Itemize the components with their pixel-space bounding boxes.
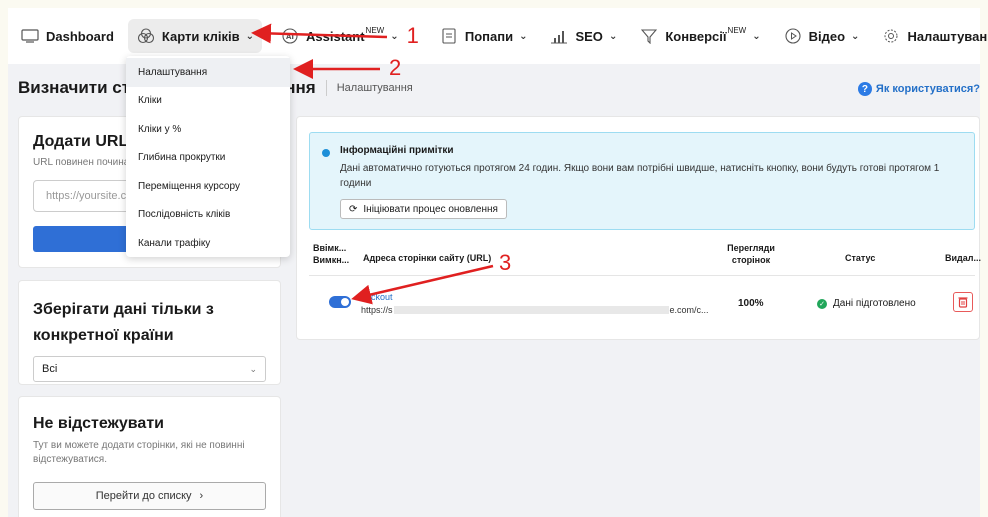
- assistant-new-badge: NEW: [365, 25, 385, 35]
- help-link-label: Як користуватися?: [875, 83, 980, 95]
- page-name-link[interactable]: heckout: [361, 292, 393, 302]
- nav-seo[interactable]: SEO ⌄: [541, 19, 625, 53]
- go-to-list-label: Перейти до списку: [95, 490, 192, 502]
- menu-item-settings[interactable]: Налаштування: [126, 58, 290, 87]
- delete-button[interactable]: [953, 292, 973, 312]
- header-divider: [325, 80, 327, 96]
- popup-icon: [439, 28, 459, 44]
- no-track-card: Не відстежувати Тут ви можете додати сто…: [18, 396, 281, 517]
- start-update-button[interactable]: ⟳ Ініціювати процес оновлення: [340, 199, 507, 219]
- column-header-url: Адреса сторінки сайту (URL): [363, 253, 492, 263]
- annotation-number-1: 1: [406, 23, 419, 48]
- nav-popups-label: Попапи: [464, 28, 514, 44]
- monitor-icon: [20, 28, 40, 44]
- click-maps-dropdown: Налаштування Кліки Кліки у % Глибина про…: [126, 56, 290, 257]
- breadcrumb: Налаштування: [336, 82, 413, 94]
- nav-click-maps[interactable]: Карти кліків ⌄: [127, 19, 263, 53]
- menu-item-click-sequence[interactable]: Послідовність кліків: [126, 201, 290, 230]
- nav-conversions-label: Конверсії: [665, 28, 727, 44]
- nav-video[interactable]: Відео ⌄: [775, 19, 868, 53]
- nav-dashboard[interactable]: Dashboard: [12, 19, 122, 53]
- country-select-value: Всі: [42, 363, 58, 376]
- trash-icon: [958, 297, 968, 308]
- nav-assistant-label: Assistant: [306, 28, 365, 44]
- gear-icon: [881, 28, 901, 44]
- nav-settings[interactable]: Налаштування ⌄: [873, 19, 988, 53]
- ai-icon: AI: [280, 28, 300, 44]
- menu-item-cursor-movement[interactable]: Переміщення курсору: [126, 172, 290, 201]
- column-header-views: Перегляди сторінок: [727, 243, 775, 265]
- chevron-down-icon: ⌄: [519, 30, 528, 42]
- play-icon: [783, 28, 803, 44]
- column-header-toggle: Ввімк... Вимкн...: [313, 243, 350, 265]
- page-url-start: https://s: [361, 305, 393, 315]
- menu-item-traffic-channels[interactable]: Канали трафіку: [126, 229, 290, 258]
- page-title-prefix: Визначити сто: [18, 78, 141, 97]
- page-status: ✓ Дані підготовлено: [817, 298, 916, 309]
- chevron-right-icon: ›: [199, 490, 204, 502]
- pages-panel: Інформаційні примітки Дані автоматично г…: [296, 116, 981, 340]
- nav-seo-label: SEO: [575, 28, 603, 44]
- nav-conversions[interactable]: Конверсії NEW ⌄: [631, 19, 768, 53]
- screenshot-frame: Dashboard Карти кліків ⌄ AI Assistant NE…: [0, 0, 988, 517]
- info-title: Інформаційні примітки: [340, 145, 454, 156]
- info-notice: Інформаційні примітки Дані автоматично г…: [309, 132, 975, 230]
- nav-dashboard-label: Dashboard: [46, 28, 114, 44]
- no-track-description: Тут ви можете додати сторінки, які не по…: [33, 440, 245, 465]
- conversions-new-badge: NEW: [727, 25, 747, 35]
- chevron-down-icon: ⌄: [752, 30, 761, 42]
- menu-item-clicks-percent[interactable]: Кліки у %: [126, 115, 290, 144]
- annotation-number-2: 2: [389, 55, 402, 80]
- chevron-down-icon: ⌄: [245, 30, 255, 42]
- country-card: Зберігати дані тільки з конкретної країн…: [18, 280, 281, 385]
- chevron-down-icon: ⌄: [851, 30, 860, 42]
- menu-item-scroll-depth[interactable]: Глибина прокрутки: [126, 144, 290, 173]
- page-url: https://s e.com/c...: [361, 305, 709, 315]
- circles-icon: [136, 28, 156, 44]
- menu-item-clicks[interactable]: Кліки: [126, 87, 290, 116]
- info-text: Дані автоматично готуються протягом 24 г…: [340, 163, 940, 189]
- chevron-down-icon: ⌄: [390, 30, 399, 42]
- page-views-value: 100%: [738, 298, 764, 309]
- bar-chart-icon: [549, 28, 569, 44]
- annotation-number-3: 3: [499, 250, 512, 275]
- funnel-icon: [639, 28, 659, 44]
- question-icon: ?: [857, 82, 872, 96]
- refresh-icon: ⟳: [349, 203, 358, 215]
- nav-click-maps-label: Карти кліків: [161, 28, 240, 44]
- column-header-delete: Видал...: [945, 253, 981, 263]
- start-update-label: Ініціювати процес оновлення: [363, 203, 498, 215]
- help-link[interactable]: ? Як користуватися?: [857, 82, 980, 96]
- column-header-status: Статус: [845, 253, 876, 263]
- page-status-label: Дані підготовлено: [833, 298, 916, 309]
- country-select[interactable]: Всі ⌄: [33, 356, 266, 383]
- url-redaction: [393, 306, 669, 314]
- nav-video-label: Відео: [808, 28, 846, 44]
- table-divider: [309, 275, 975, 276]
- svg-text:AI: AI: [286, 33, 294, 41]
- nav-settings-label: Налаштування: [907, 28, 988, 44]
- check-icon: ✓: [817, 298, 827, 309]
- page-toggle[interactable]: [329, 296, 351, 308]
- page-url-end: e.com/c...: [669, 305, 709, 315]
- nav-assistant[interactable]: AI Assistant NEW ⌄ 1: [272, 19, 431, 53]
- info-icon: [322, 149, 330, 157]
- nav-popups[interactable]: Попапи ⌄: [431, 19, 536, 53]
- go-to-list-button[interactable]: Перейти до списку ›: [33, 482, 266, 510]
- chevron-down-icon: ⌄: [249, 363, 257, 374]
- country-title: Зберігати дані тільки з конкретної країн…: [33, 301, 214, 344]
- no-track-title: Не відстежувати: [33, 415, 164, 432]
- chevron-down-icon: ⌄: [608, 30, 618, 42]
